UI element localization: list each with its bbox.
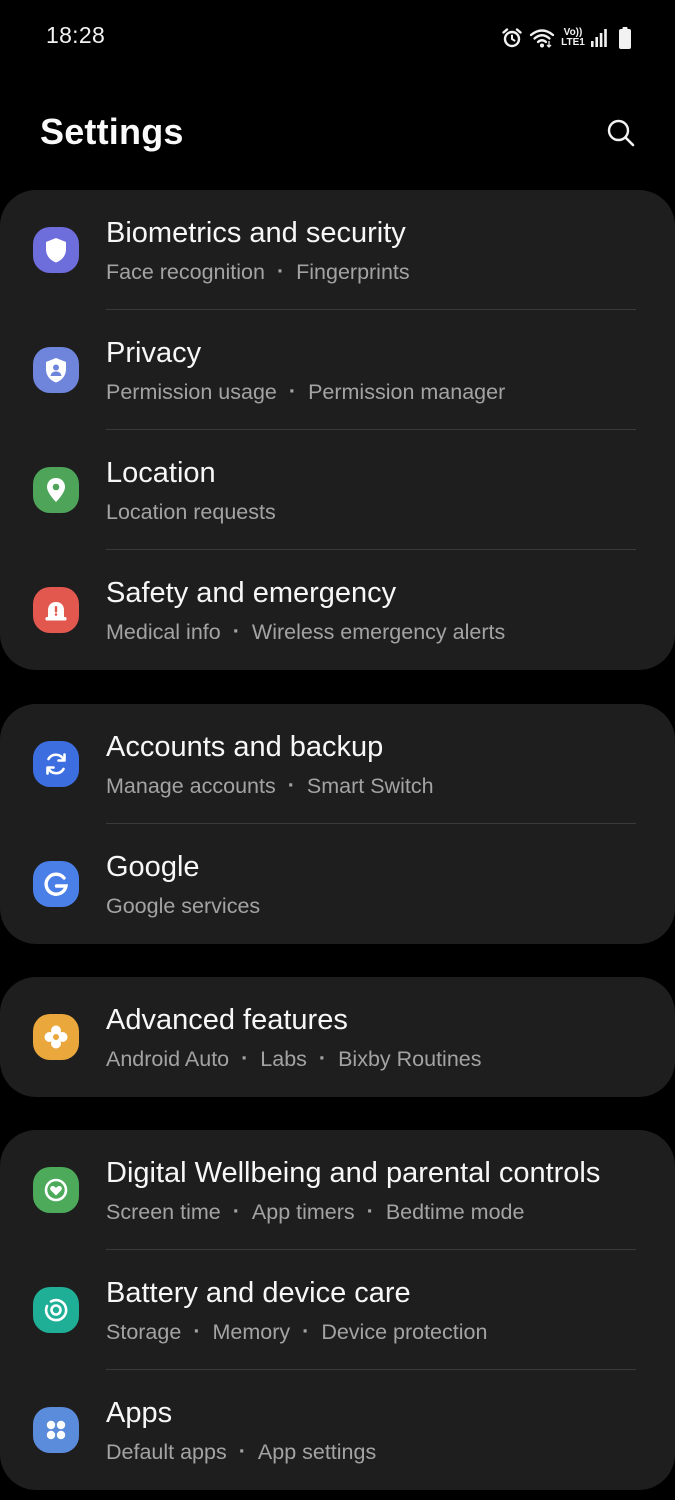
settings-item-apps[interactable]: Apps Default apps · App settings xyxy=(0,1370,675,1490)
item-title: Apps xyxy=(106,1397,173,1429)
item-subtitle: Medical info · Wireless emergency alerts xyxy=(106,619,506,644)
settings-item-privacy[interactable]: Privacy Permission usage · Permission mana… xyxy=(0,310,675,430)
puzzle-icon xyxy=(33,1014,79,1060)
status-time: 18:28 xyxy=(46,22,106,48)
item-subtitle: Face recognition · Fingerprints xyxy=(106,259,410,284)
settings-group-device: Digital Wellbeing and parental controls … xyxy=(0,1130,675,1490)
status-bar: 18:28 Vo)) LTE1 xyxy=(0,0,675,76)
item-subtitle: Location requests xyxy=(106,500,276,524)
item-subtitle: Storage · Memory · Device protection xyxy=(106,1319,488,1344)
item-title: Biometrics and security xyxy=(106,217,406,249)
apps-grid-icon xyxy=(33,1407,79,1453)
volte-lte-indicator: Vo)) LTE1 xyxy=(561,27,585,48)
item-title: Google xyxy=(106,851,200,883)
device-care-icon xyxy=(33,1287,79,1333)
page-title: Settings xyxy=(40,111,184,152)
item-subtitle: Manage accounts · Smart Switch xyxy=(106,773,434,798)
location-pin-icon xyxy=(33,467,79,513)
item-subtitle: Screen time · App timers · Bedtime mode xyxy=(106,1199,525,1224)
item-title: Battery and device care xyxy=(106,1277,411,1309)
item-title: Safety and emergency xyxy=(106,577,397,609)
heart-ring-icon xyxy=(33,1167,79,1213)
wifi-icon xyxy=(529,27,555,49)
settings-item-battery-device-care[interactable]: Battery and device care Storage · Memory · D… xyxy=(0,1250,675,1370)
settings-item-advanced-features[interactable]: Advanced features Android Auto · Labs · Bixb… xyxy=(0,977,675,1097)
privacy-shield-icon xyxy=(33,347,79,393)
settings-item-biometrics[interactable]: Biometrics and security Face recognition… xyxy=(0,190,675,310)
shield-icon xyxy=(33,227,79,273)
item-title: Digital Wellbeing and parental controls xyxy=(106,1157,601,1189)
settings-group-accounts: Accounts and backup Manage accounts · Smar… xyxy=(0,704,675,944)
search-button[interactable] xyxy=(598,112,644,158)
settings-item-digital-wellbeing[interactable]: Digital Wellbeing and parental controls … xyxy=(0,1130,675,1250)
settings-group-advanced: Advanced features Android Auto · Labs · Bixb… xyxy=(0,977,675,1097)
item-subtitle: Permission usage · Permission manager xyxy=(106,379,506,404)
item-title: Accounts and backup xyxy=(106,731,384,763)
settings-item-safety[interactable]: Safety and emergency Medical info · Wirele… xyxy=(0,550,675,670)
item-subtitle: Google services xyxy=(106,894,261,918)
settings-item-google[interactable]: Google Google services xyxy=(0,824,675,944)
status-icons: Vo)) LTE1 xyxy=(501,24,631,52)
item-title: Privacy xyxy=(106,337,202,369)
battery-icon xyxy=(619,27,631,49)
emergency-alert-icon xyxy=(33,587,79,633)
item-subtitle: Android Auto · Labs · Bixby Routines xyxy=(106,1046,482,1071)
settings-item-accounts[interactable]: Accounts and backup Manage accounts · Smar… xyxy=(0,704,675,824)
alarm-icon xyxy=(501,27,523,49)
search-icon xyxy=(606,118,636,153)
settings-group-security: Biometrics and security Face recognition… xyxy=(0,190,675,670)
signal-icon xyxy=(591,28,607,48)
settings-item-location[interactable]: Location Location requests xyxy=(0,430,675,550)
item-subtitle: Default apps · App settings xyxy=(106,1439,377,1464)
sync-icon xyxy=(33,741,79,787)
google-icon xyxy=(33,861,79,907)
item-title: Advanced features xyxy=(106,1004,348,1036)
item-title: Location xyxy=(106,457,216,489)
